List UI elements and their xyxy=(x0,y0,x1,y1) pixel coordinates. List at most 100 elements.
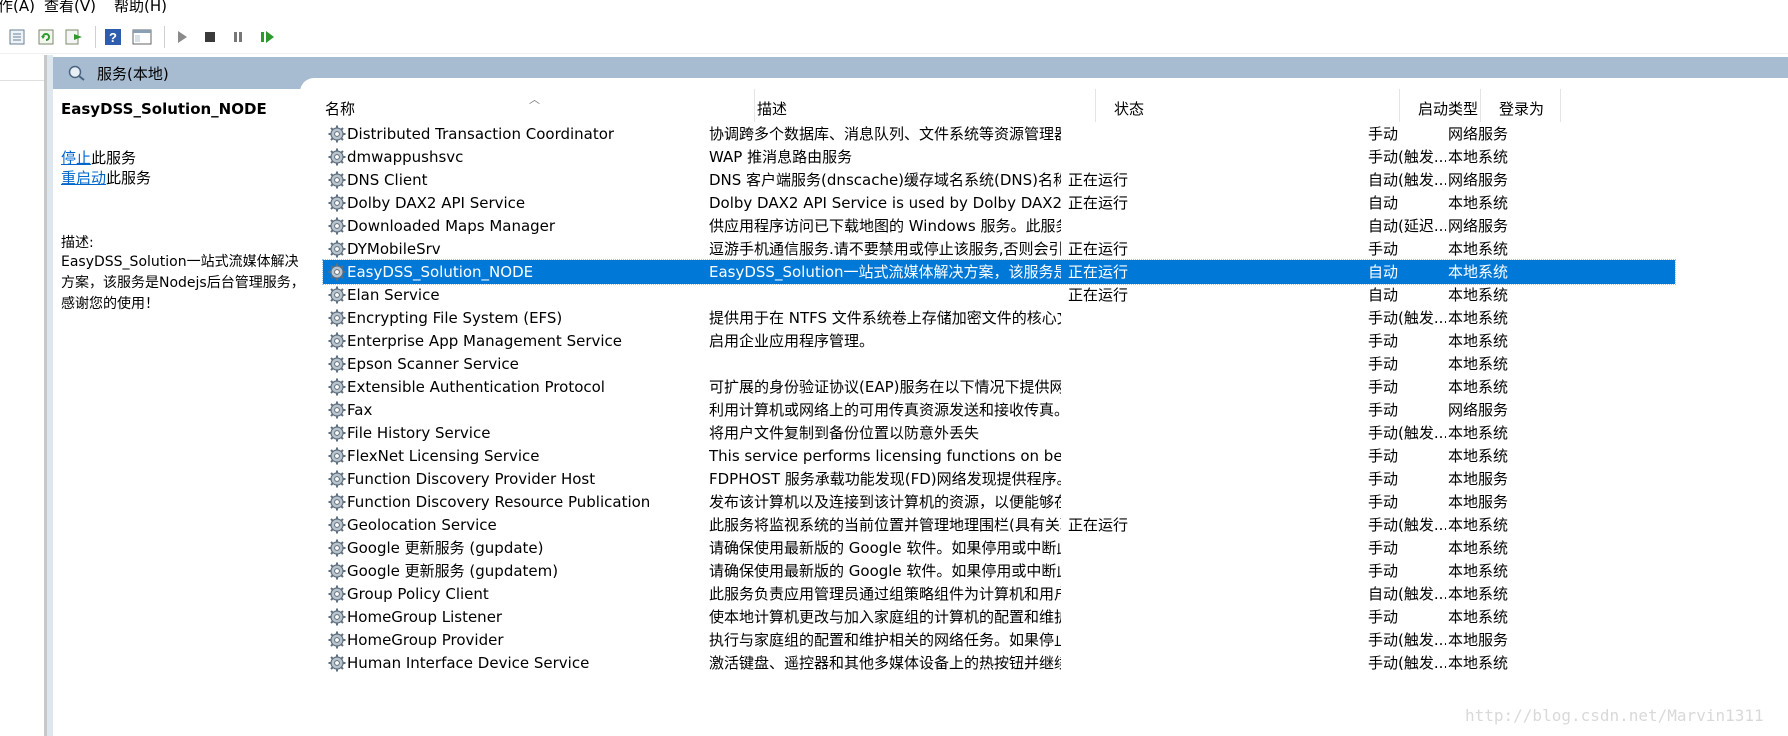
table-row[interactable]: Epson Scanner Service 手动 本地系统 xyxy=(323,352,1675,376)
service-name-cell: DNS Client xyxy=(347,171,428,189)
service-logon-cell: 本地系统 xyxy=(1448,148,1509,166)
service-logon-cell: 本地服务 xyxy=(1448,470,1509,488)
properties-icon[interactable] xyxy=(6,26,28,48)
table-row[interactable]: Extensible Authentication Protocol 可扩展的身份… xyxy=(323,375,1675,399)
table-row[interactable]: Encrypting File System (EFS) 提供用于在 NTFS 文… xyxy=(323,306,1675,330)
service-status-cell xyxy=(1068,398,1188,422)
service-logon-cell: 本地服务 xyxy=(1448,493,1509,511)
search-icon xyxy=(67,64,87,86)
table-row[interactable]: FlexNet Licensing Service This service pe… xyxy=(323,444,1675,468)
restart-service-link[interactable]: 重启动 xyxy=(61,169,106,187)
service-status-cell xyxy=(1068,421,1188,445)
service-startup-cell: 自动 xyxy=(1368,263,1399,281)
service-gear-icon xyxy=(328,378,346,396)
service-status-cell xyxy=(1068,214,1188,238)
table-row[interactable]: EasyDSS_Solution_NODE EasyDSS_Solution一站式… xyxy=(322,259,1676,285)
service-name-cell: FlexNet Licensing Service xyxy=(347,447,540,465)
table-row[interactable]: DNS Client DNS 客户端服务(dnscache)缓存域名系统(DNS)… xyxy=(323,168,1675,192)
table-row[interactable]: Distributed Transaction Coordinator 协调跨多个… xyxy=(323,122,1675,146)
service-gear-icon xyxy=(328,516,346,534)
service-logon-cell: 本地系统 xyxy=(1448,608,1509,626)
stop-icon[interactable] xyxy=(199,26,221,48)
service-gear-icon xyxy=(328,562,346,580)
table-row[interactable]: Downloaded Maps Manager 供应用程序访问已下载地图的 Win… xyxy=(323,214,1675,238)
stop-service-link[interactable]: 停止 xyxy=(61,149,91,167)
menu-bar: 作(A) 查看(V) 帮助(H) xyxy=(0,0,1788,16)
service-description-cell: Dolby DAX2 API Service is used by Dolby … xyxy=(709,194,1061,212)
table-row[interactable]: Google 更新服务 (gupdatem) 请确保使用最新版的 Google 软… xyxy=(323,559,1675,583)
service-logon-cell: 网络服务 xyxy=(1448,217,1509,235)
service-status-cell xyxy=(1068,628,1188,652)
column-logon-as[interactable]: 登录为 xyxy=(1481,89,1561,122)
table-row[interactable]: Google 更新服务 (gupdate) 请确保使用最新版的 Google 软件… xyxy=(323,536,1675,560)
service-logon-cell: 本地系统 xyxy=(1448,654,1509,672)
service-status-cell xyxy=(1068,490,1188,514)
restart-suffix: 此服务 xyxy=(106,169,152,187)
table-row[interactable]: Human Interface Device Service 激活键盘、遥控器和其… xyxy=(323,651,1675,675)
service-logon-cell: 本地系统 xyxy=(1448,309,1509,327)
service-status-cell: 正在运行 xyxy=(1068,240,1129,258)
table-row[interactable]: Elan Service 正在运行 自动 本地系统 xyxy=(323,283,1675,307)
table-row[interactable]: Function Discovery Resource Publication 发… xyxy=(323,490,1675,514)
service-description-cell: DNS 客户端服务(dnscache)缓存域名系统(DNS)名称并注... xyxy=(709,171,1061,189)
service-startup-cell: 手动 xyxy=(1368,539,1399,557)
pause-icon[interactable] xyxy=(227,26,249,48)
service-name-cell: Fax xyxy=(347,401,373,419)
service-gear-icon xyxy=(328,217,346,235)
column-description[interactable]: 描述 xyxy=(739,89,1096,122)
table-row[interactable]: DYMobileSrv 逗游手机通信服务.请不要禁用或停止该服务,否则会引起手..… xyxy=(323,237,1675,261)
refresh-icon[interactable] xyxy=(35,26,57,48)
service-name-cell: Google 更新服务 (gupdate) xyxy=(347,539,544,557)
service-name-cell: Function Discovery Provider Host xyxy=(347,470,596,488)
service-startup-cell: 手动(触发... xyxy=(1368,631,1446,649)
table-row[interactable]: File History Service 将用户文件复制到备份位置以防意外丢失 手动… xyxy=(323,421,1675,445)
menu-help[interactable]: 帮助(H) xyxy=(114,0,167,14)
start-icon[interactable] xyxy=(171,26,193,48)
service-description-cell: 提供用于在 NTFS 文件系统卷上存储加密文件的核心文件... xyxy=(709,309,1061,327)
table-row[interactable]: Geolocation Service 此服务将监视系统的当前位置并管理地理围栏(… xyxy=(323,513,1675,537)
service-status-cell xyxy=(1068,605,1188,629)
service-logon-cell: 本地系统 xyxy=(1448,194,1509,212)
column-header: 名称 ︿ 描述 状态 启动类型 登录为 xyxy=(307,89,1788,122)
service-logon-cell: 本地系统 xyxy=(1448,378,1509,396)
stop-suffix: 此服务 xyxy=(91,149,137,167)
service-name-cell: Epson Scanner Service xyxy=(347,355,519,373)
column-status[interactable]: 状态 xyxy=(1096,89,1400,122)
service-logon-cell: 本地系统 xyxy=(1448,447,1509,465)
service-gear-icon xyxy=(328,539,346,557)
service-description-cell: 利用计算机或网络上的可用传真资源发送和接收传真。 xyxy=(709,401,1061,419)
console-icon[interactable] xyxy=(131,26,153,48)
tree-node-services[interactable] xyxy=(0,61,44,81)
table-row[interactable]: HomeGroup Provider 执行与家庭组的配置和维护相关的网络任务。如果… xyxy=(323,628,1675,652)
service-status-cell: 正在运行 xyxy=(1068,516,1129,534)
service-gear-icon xyxy=(328,355,346,373)
service-status-cell: 正在运行 xyxy=(1068,263,1129,281)
service-startup-cell: 自动(延迟... xyxy=(1368,217,1446,235)
table-row[interactable]: Function Discovery Provider Host FDPHOST … xyxy=(323,467,1675,491)
help-icon[interactable]: ? xyxy=(102,26,124,48)
table-row[interactable]: Dolby DAX2 API Service Dolby DAX2 API Ser… xyxy=(323,191,1675,215)
service-gear-icon xyxy=(328,125,346,143)
table-row[interactable]: HomeGroup Listener 使本地计算机更改与加入家庭组的计算机的配置和… xyxy=(323,605,1675,629)
service-gear-icon xyxy=(328,263,346,281)
table-row[interactable]: dmwappushsvc WAP 推消息路由服务 手动(触发... 本地系统 xyxy=(323,145,1675,169)
service-description-cell: 发布该计算机以及连接到该计算机的资源，以便能够在网... xyxy=(709,493,1061,511)
service-logon-cell: 本地系统 xyxy=(1448,355,1509,373)
service-description-cell: 请确保使用最新版的 Google 软件。如果停用或中断此服... xyxy=(709,562,1061,580)
export-list-icon[interactable] xyxy=(63,26,85,48)
service-description-cell: 将用户文件复制到备份位置以防意外丢失 xyxy=(709,424,980,442)
table-row[interactable]: Enterprise App Management Service 启用企业应用程… xyxy=(323,329,1675,353)
table-row[interactable]: Group Policy Client 此服务负责应用管理员通过组策略组件为计算机… xyxy=(323,582,1675,606)
service-startup-cell: 手动 xyxy=(1368,401,1399,419)
service-startup-cell: 自动(触发... xyxy=(1368,585,1446,603)
service-startup-cell: 手动 xyxy=(1368,493,1399,511)
table-row[interactable]: Fax 利用计算机或网络上的可用传真资源发送和接收传真。 手动 网络服务 xyxy=(323,398,1675,422)
menu-action[interactable]: 作(A) xyxy=(0,0,35,14)
column-startup-type[interactable]: 启动类型 xyxy=(1400,89,1481,122)
services-list[interactable]: 名称 ︿ 描述 状态 启动类型 登录为 Distributed Transact… xyxy=(307,89,1788,736)
console-tree[interactable] xyxy=(0,55,47,736)
restart-icon[interactable] xyxy=(256,26,278,48)
service-logon-cell: 本地系统 xyxy=(1448,332,1509,350)
service-status-cell: 正在运行 xyxy=(1068,286,1129,304)
menu-view[interactable]: 查看(V) xyxy=(44,0,96,14)
